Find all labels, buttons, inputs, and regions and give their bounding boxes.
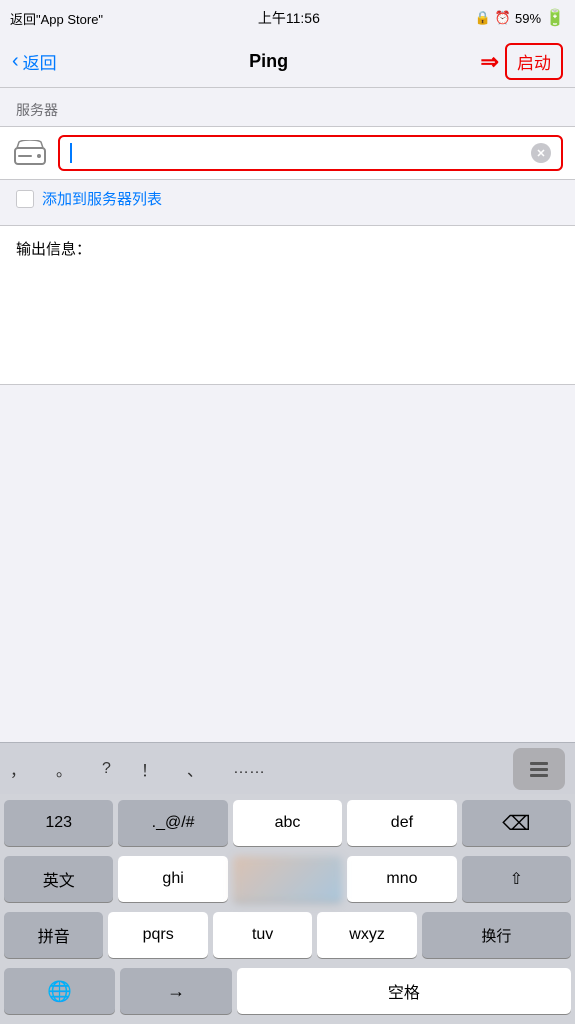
suggestion-exclaim[interactable]: ！ (141, 757, 157, 781)
back-button[interactable]: ‹ 返回 (12, 49, 57, 74)
start-wrapper: ⇒ 启动 (481, 43, 563, 80)
battery-level: 59% (515, 11, 541, 26)
key-english[interactable]: 英文 (4, 856, 113, 902)
add-to-list-label: 添加到服务器列表 (42, 188, 162, 209)
suggestion-bar: ， 。 ? ！ 、 …… (0, 742, 575, 794)
add-to-list-checkbox[interactable] (16, 190, 34, 208)
key-symbols[interactable]: ._@/# (118, 800, 227, 846)
key-mno[interactable]: mno (347, 856, 456, 902)
battery-icon: 🔋 (545, 8, 565, 28)
key-tuv[interactable]: tuv (213, 912, 312, 958)
kb-row-1: 123 ._@/# abc def ⌫ (0, 794, 575, 850)
kb-row-2: 英文 ghi mno ⇧ (0, 850, 575, 906)
status-bar-right: 🔒 ⏰ 59% 🔋 (475, 8, 565, 28)
alarm-icon: ⏰ (495, 10, 511, 26)
key-ghi[interactable]: ghi (118, 856, 227, 902)
output-label: 输出信息： (16, 238, 559, 259)
suggestion-pause[interactable]: 、 (187, 757, 203, 781)
nav-bar: ‹ 返回 Ping ⇒ 启动 (0, 36, 575, 88)
kb-row-4: 🌐 → 空格 (0, 962, 575, 1024)
suggestion-ellipsis[interactable]: …… (233, 760, 265, 778)
key-123[interactable]: 123 (4, 800, 113, 846)
key-abc[interactable]: abc (233, 800, 342, 846)
chevron-left-icon: ‹ (12, 50, 19, 73)
space-key[interactable]: 空格 (237, 968, 571, 1014)
key-pqrs[interactable]: pqrs (108, 912, 207, 958)
status-bar: 返回"App Store" 上午11:56 🔒 ⏰ 59% 🔋 (0, 0, 575, 36)
server-icon (12, 139, 48, 167)
kb-row-3: 拼音 pqrs tuv wxyz 换行 (0, 906, 575, 962)
add-to-list-row: 添加到服务器列表 (0, 180, 575, 217)
back-to-appstore: 返回"App Store" (10, 9, 103, 28)
suggestion-comma[interactable]: ， (10, 757, 26, 781)
server-section-label: 服务器 (0, 88, 575, 126)
key-def[interactable]: def (347, 800, 456, 846)
suggestion-items: ， 。 ? ！ 、 …… (10, 757, 513, 781)
arrow-key[interactable]: → (120, 968, 231, 1014)
key-wxyz[interactable]: wxyz (317, 912, 416, 958)
key-ikl-blurred[interactable] (233, 856, 342, 902)
server-row (0, 126, 575, 180)
page-title: Ping (249, 51, 288, 72)
status-bar-left: 返回"App Store" (10, 9, 103, 28)
content-area: 服务器 添加到服务器列表 输出信息： (0, 88, 575, 385)
start-button[interactable]: 启动 (505, 43, 563, 80)
suggestion-question[interactable]: ? (102, 760, 111, 778)
server-input-wrapper[interactable] (58, 135, 563, 171)
enter-key[interactable]: 换行 (422, 912, 571, 958)
key-pinyin[interactable]: 拼音 (4, 912, 103, 958)
keyboard: ， 。 ? ！ 、 …… 123 ._@/# abc def ⌫ 英文 ghi … (0, 742, 575, 1024)
delete-key[interactable]: ⌫ (462, 800, 571, 846)
suggestion-dismiss-button[interactable] (513, 748, 565, 790)
clear-input-button[interactable] (531, 143, 551, 163)
arrow-right-icon: ⇒ (481, 49, 499, 75)
globe-key[interactable]: 🌐 (4, 968, 115, 1014)
back-label: 返回 (23, 49, 57, 74)
suggestion-period[interactable]: 。 (56, 757, 72, 781)
status-bar-time: 上午11:56 (258, 8, 320, 28)
shift-key[interactable]: ⇧ (462, 856, 571, 902)
lock-icon: 🔒 (475, 10, 491, 26)
output-section: 输出信息： (0, 225, 575, 385)
